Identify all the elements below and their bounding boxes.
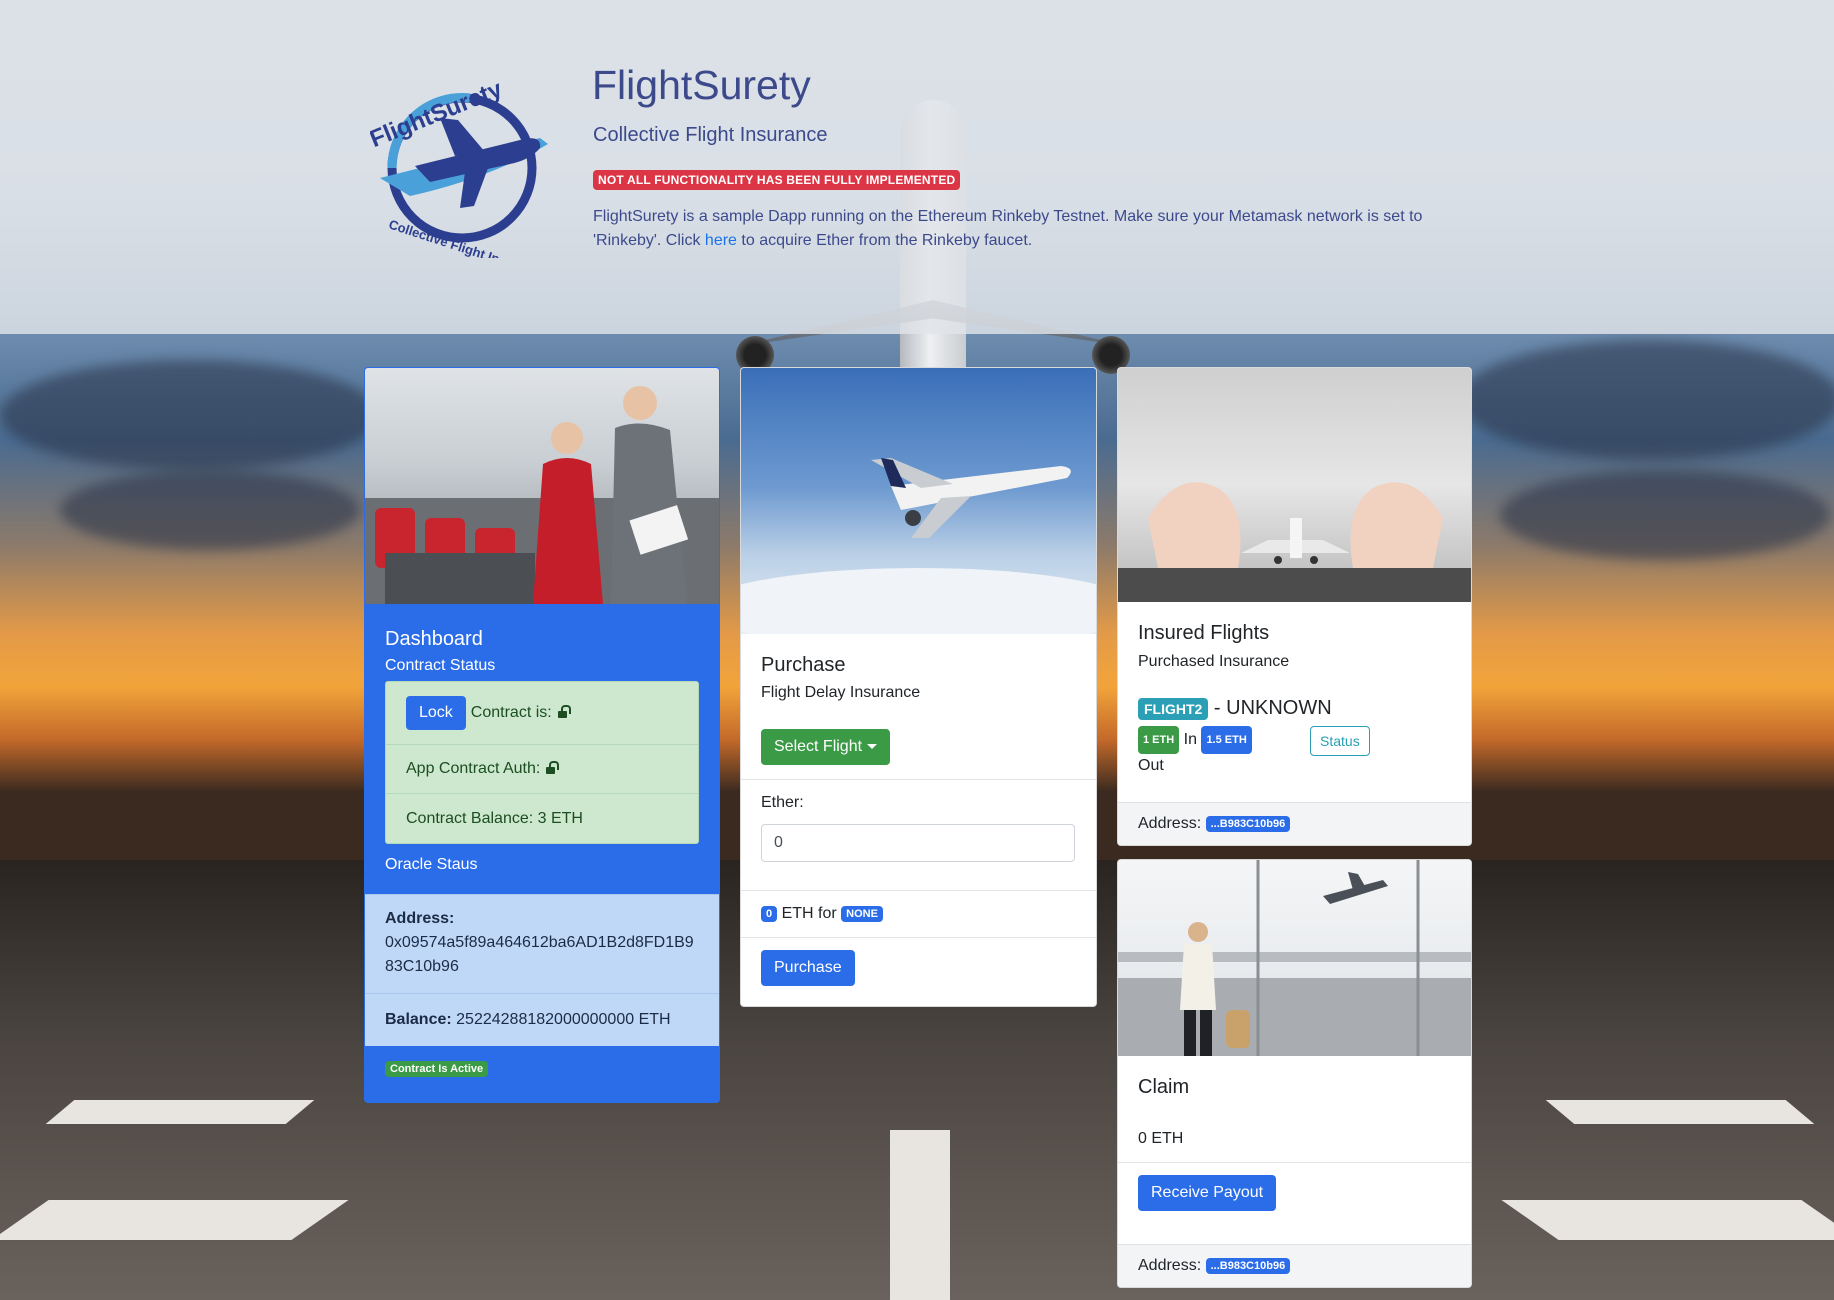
account-info: Address: 0x09574a5f89a464612ba6AD1B2d8FD…: [365, 894, 719, 1046]
runway-stripe: [1545, 1100, 1815, 1124]
runway-stripe: [45, 1100, 315, 1124]
cloud: [0, 360, 380, 470]
contract-status-list: Lock Contract is: App Contract Auth: Con…: [385, 681, 699, 844]
ether-input[interactable]: [761, 824, 1075, 862]
claim-title: Claim: [1138, 1076, 1190, 1098]
dashboard-footer: Contract Is Active: [365, 1046, 719, 1092]
eth-for-text: ETH for: [781, 905, 837, 922]
insured-in-badge: 1 ETH: [1138, 726, 1180, 754]
runway-stripe: [0, 1200, 349, 1240]
intro-text: FlightSurety is a sample Dapp running on…: [593, 205, 1453, 253]
claim-address-badge: ...B983C10b96: [1205, 1257, 1291, 1274]
cloud: [60, 470, 360, 550]
insured-address-badge: ...B983C10b96: [1205, 815, 1291, 832]
contract-balance: Contract Balance: 3 ETH: [406, 809, 583, 827]
contract-status-label: Contract Status: [385, 657, 496, 674]
header-band: [0, 0, 1834, 334]
cabin-crew-image: [365, 368, 719, 604]
purchase-card: Purchase Flight Delay Insurance Select F…: [740, 367, 1097, 1007]
insured-out-badge: 1.5 ETH: [1201, 726, 1252, 754]
claim-amount: 0 ETH: [1138, 1130, 1184, 1147]
unlock-icon: [546, 760, 560, 774]
dashboard-card: Dashboard Contract Status Lock Contract …: [364, 367, 720, 1103]
runway-stripe: [1501, 1200, 1834, 1240]
flight-badge: FLIGHT2: [1138, 697, 1209, 720]
out-label: Out: [1138, 757, 1164, 774]
insured-subtitle: Purchased Insurance: [1138, 653, 1290, 670]
caret-down-icon: [867, 744, 878, 750]
address-row: Address: 0x09574a5f89a464612ba6AD1B2d8FD…: [365, 894, 719, 993]
status-button[interactable]: Status: [1310, 726, 1370, 756]
intro-text-end: to acquire Ether from the Rinkeby faucet…: [736, 232, 1033, 249]
page-subtitle: Collective Flight Insurance: [593, 124, 828, 146]
insurance-hands-image: [1118, 368, 1471, 602]
flight-status: - UNKNOWN: [1213, 697, 1332, 719]
select-flight-label: Select Flight: [774, 738, 863, 755]
claim-card: Claim 0 ETH Receive Payout Address: ...B…: [1117, 859, 1472, 1288]
insured-footer: Address: ...B983C10b96: [1118, 802, 1471, 845]
contract-balance-row: Contract Balance: 3 ETH: [386, 794, 698, 843]
address-label: Address:: [385, 910, 455, 927]
purchase-subtitle: Flight Delay Insurance: [761, 684, 921, 701]
insured-flights-card: Insured Flights Purchased Insurance FLIG…: [1117, 367, 1472, 846]
claim-actions: Receive Payout: [1118, 1162, 1471, 1223]
ether-section: Ether:: [741, 779, 1096, 890]
dashboard-title: Dashboard: [385, 628, 483, 650]
flight-row: FLIGHT2 - UNKNOWN: [1138, 697, 1451, 720]
claim-address-label: Address:: [1138, 1257, 1202, 1274]
address-value: 0x09574a5f89a464612ba6AD1B2d8FD1B983C10b…: [385, 934, 694, 975]
insurance-amounts: 1 ETH In 1.5 ETH Out Status: [1138, 726, 1451, 778]
claim-footer: Address: ...B983C10b96: [1118, 1244, 1471, 1287]
contract-lock-row: Lock Contract is:: [386, 682, 698, 745]
flightsurety-logo: FlightSurety Collective Flight Insurance: [366, 68, 555, 282]
purchase-button[interactable]: Purchase: [761, 950, 855, 986]
in-label: In: [1183, 731, 1197, 749]
insured-address-label: Address:: [1138, 815, 1202, 832]
runway-centerline: [890, 1130, 950, 1300]
balance-row: Balance: 25224288182000000000 ETH: [365, 993, 719, 1046]
receive-payout-button[interactable]: Receive Payout: [1138, 1175, 1277, 1211]
airport-traveler-image: [1118, 860, 1471, 1056]
balance-label: Balance:: [385, 1011, 452, 1028]
airliner-sky-image: [741, 368, 1096, 634]
purchase-summary: 0 ETH for NONE: [741, 890, 1096, 937]
faucet-link[interactable]: here: [705, 232, 737, 249]
selected-flight-badge: NONE: [841, 905, 883, 922]
ether-label: Ether:: [761, 794, 804, 811]
warning-badge: NOT ALL FUNCTIONALITY HAS BEEN FULLY IMP…: [593, 170, 961, 190]
select-flight-dropdown[interactable]: Select Flight: [761, 729, 891, 765]
oracle-status-label: Oracle Staus: [385, 856, 478, 873]
lock-button[interactable]: Lock: [406, 696, 466, 730]
page-title: FlightSurety: [592, 62, 811, 108]
unlock-icon: [557, 704, 571, 718]
cloud: [1460, 340, 1834, 460]
app-contract-auth-label: App Contract Auth:: [406, 760, 541, 777]
app-contract-auth-row: App Contract Auth:: [386, 745, 698, 794]
purchase-title: Purchase: [761, 654, 846, 676]
logo-text-top: FlightSurety: [370, 75, 507, 153]
contract-active-badge: Contract Is Active: [385, 1060, 489, 1077]
insured-title: Insured Flights: [1138, 622, 1270, 644]
cloud: [1500, 470, 1830, 560]
contract-is-label: Contract is:: [470, 704, 552, 721]
eth-amount-badge: 0: [761, 905, 778, 922]
balance-value: 25224288182000000000 ETH: [456, 1011, 671, 1028]
purchase-actions: Purchase: [741, 937, 1096, 998]
